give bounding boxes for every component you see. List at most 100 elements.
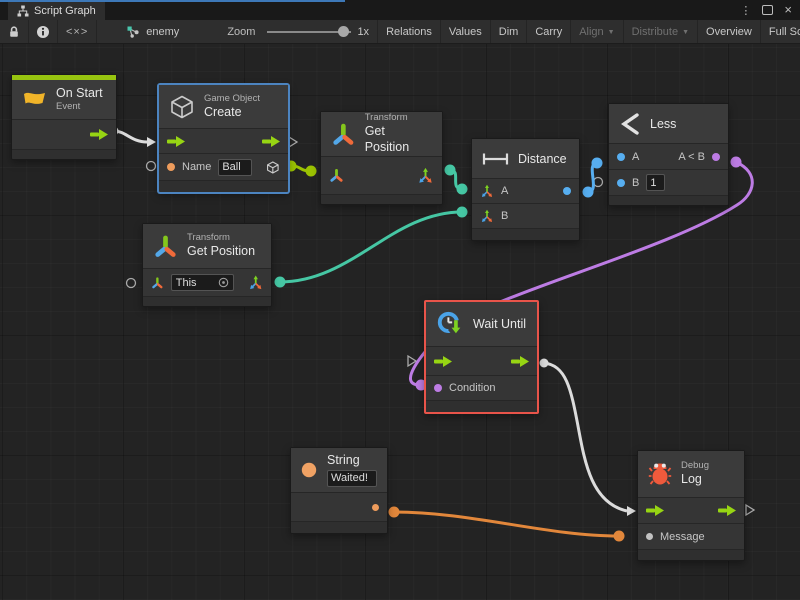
graph-reference-icon	[127, 26, 140, 38]
result-label: A < B	[678, 151, 705, 163]
tab-bar: Script Graph ⋮ ×	[0, 0, 800, 20]
overview-button[interactable]: Overview	[698, 20, 761, 43]
fullscreen-button[interactable]: Full Screen	[761, 20, 800, 43]
unconnected-port-marker[interactable]	[147, 162, 156, 171]
target-object-field[interactable]: This	[171, 274, 234, 291]
hierarchy-icon	[17, 5, 29, 17]
message-input-port[interactable]	[646, 533, 653, 540]
node-on-start[interactable]: On Start Event	[11, 74, 117, 160]
graph-toolbar: <×> enemy Zoom 1x Relations Values Dim C…	[0, 20, 800, 44]
vector3-output-port[interactable]	[417, 167, 434, 184]
node-category: Transform	[365, 112, 432, 124]
zoom-value: 1x	[357, 26, 369, 38]
wire-getposition-to-distance-b	[275, 207, 468, 288]
node-get-position-mid[interactable]: Transform Get Position This	[142, 223, 272, 307]
name-value-field[interactable]	[218, 159, 252, 176]
unconnected-port-marker[interactable]	[127, 279, 136, 288]
node-less[interactable]: Less A A < B B	[608, 103, 729, 206]
unconnected-flow-marker[interactable]	[289, 137, 297, 147]
b-value-field[interactable]	[646, 174, 665, 191]
distance-icon	[482, 152, 509, 166]
lock-icon	[7, 25, 21, 39]
unconnected-flow-marker[interactable]	[746, 505, 754, 515]
port-label: Condition	[449, 382, 495, 394]
vector3-input-port-a[interactable]	[480, 184, 494, 198]
bug-icon	[648, 461, 672, 487]
wire-create-to-getposition	[286, 161, 317, 177]
wait-clock-icon	[436, 310, 464, 338]
flow-input-port[interactable]	[434, 356, 452, 367]
node-title: Log	[681, 472, 709, 488]
node-category: Game Object	[204, 93, 260, 105]
flow-output-port[interactable]	[90, 129, 108, 140]
node-wait-until[interactable]: Wait Until Condition	[424, 300, 539, 414]
transform-icon	[331, 122, 356, 147]
tab-title: Script Graph	[34, 5, 96, 17]
transform-icon	[153, 234, 178, 259]
input-port-a[interactable]	[617, 153, 625, 161]
dim-button[interactable]: Dim	[491, 20, 528, 43]
node-title: Less	[650, 117, 676, 131]
flow-input-port[interactable]	[646, 505, 664, 516]
zoom-slider-handle[interactable]	[338, 26, 349, 37]
node-title: Create	[204, 105, 260, 121]
lock-button[interactable]	[0, 20, 29, 43]
condition-input-port[interactable]	[434, 384, 442, 392]
node-title: Wait Until	[473, 317, 526, 331]
game-object-output-port[interactable]	[266, 160, 280, 175]
close-icon[interactable]: ×	[784, 5, 792, 15]
node-category: Transform	[187, 232, 255, 244]
string-value-field[interactable]	[327, 470, 377, 487]
maximize-icon[interactable]	[762, 5, 773, 15]
vector3-input-port-b[interactable]	[480, 209, 494, 223]
wire-string-to-debuglog	[389, 507, 625, 542]
flow-input-port[interactable]	[167, 136, 185, 147]
flow-output-port[interactable]	[718, 505, 736, 516]
name-input-port[interactable]	[167, 163, 175, 171]
object-picker-icon[interactable]	[218, 277, 229, 288]
inspect-button[interactable]	[29, 20, 58, 43]
flow-output-port[interactable]	[262, 136, 280, 147]
flow-output-port[interactable]	[511, 356, 529, 367]
string-output-port[interactable]	[372, 504, 379, 511]
node-distance[interactable]: Distance A B	[471, 138, 580, 241]
less-icon	[619, 112, 641, 136]
game-object-icon	[169, 94, 195, 120]
window-controls: ⋮ ×	[740, 2, 792, 18]
port-label: A	[501, 185, 508, 197]
bool-output-port[interactable]	[712, 153, 720, 161]
tab-script-graph[interactable]: Script Graph	[8, 2, 105, 20]
carry-button[interactable]: Carry	[527, 20, 571, 43]
distribute-dropdown[interactable]: Distribute ▼	[624, 20, 698, 43]
input-port-b[interactable]	[617, 179, 625, 187]
chevron-down-icon: ▼	[608, 29, 615, 36]
info-icon	[36, 25, 50, 39]
node-category: Debug	[681, 460, 709, 472]
graph-reference-label[interactable]: enemy	[146, 26, 179, 38]
node-debug-log[interactable]: Debug Log Message	[637, 450, 745, 561]
vector3-output-port[interactable]	[248, 274, 263, 291]
zoom-slider[interactable]	[267, 31, 351, 33]
transform-input-port[interactable]	[329, 168, 344, 183]
port-label: B	[632, 177, 639, 189]
string-icon	[301, 460, 317, 480]
target-object-value: This	[176, 277, 214, 289]
align-dropdown[interactable]: Align ▼	[571, 20, 623, 43]
window-menu-icon[interactable]: ⋮	[740, 4, 751, 17]
zoom-region: enemy Zoom 1x	[97, 20, 378, 43]
node-subtitle: Event	[56, 101, 103, 113]
node-create[interactable]: Game Object Create Name	[158, 84, 289, 193]
wire-waituntil-to-debuglog	[540, 359, 637, 517]
node-title: Get Position	[187, 244, 255, 260]
graph-canvas[interactable]: On Start Event Game Object Create	[0, 44, 800, 600]
transform-input-port[interactable]	[151, 276, 164, 290]
chevron-down-icon: ▼	[682, 29, 689, 36]
node-get-position-top[interactable]: Transform Get Position	[320, 111, 443, 205]
flag-icon	[22, 89, 47, 111]
node-string[interactable]: String	[290, 447, 388, 534]
edit-code-button[interactable]: <×>	[58, 20, 97, 43]
float-output-port[interactable]	[563, 187, 571, 195]
zoom-label: Zoom	[227, 26, 255, 38]
relations-button[interactable]: Relations	[378, 20, 441, 43]
values-button[interactable]: Values	[441, 20, 491, 43]
